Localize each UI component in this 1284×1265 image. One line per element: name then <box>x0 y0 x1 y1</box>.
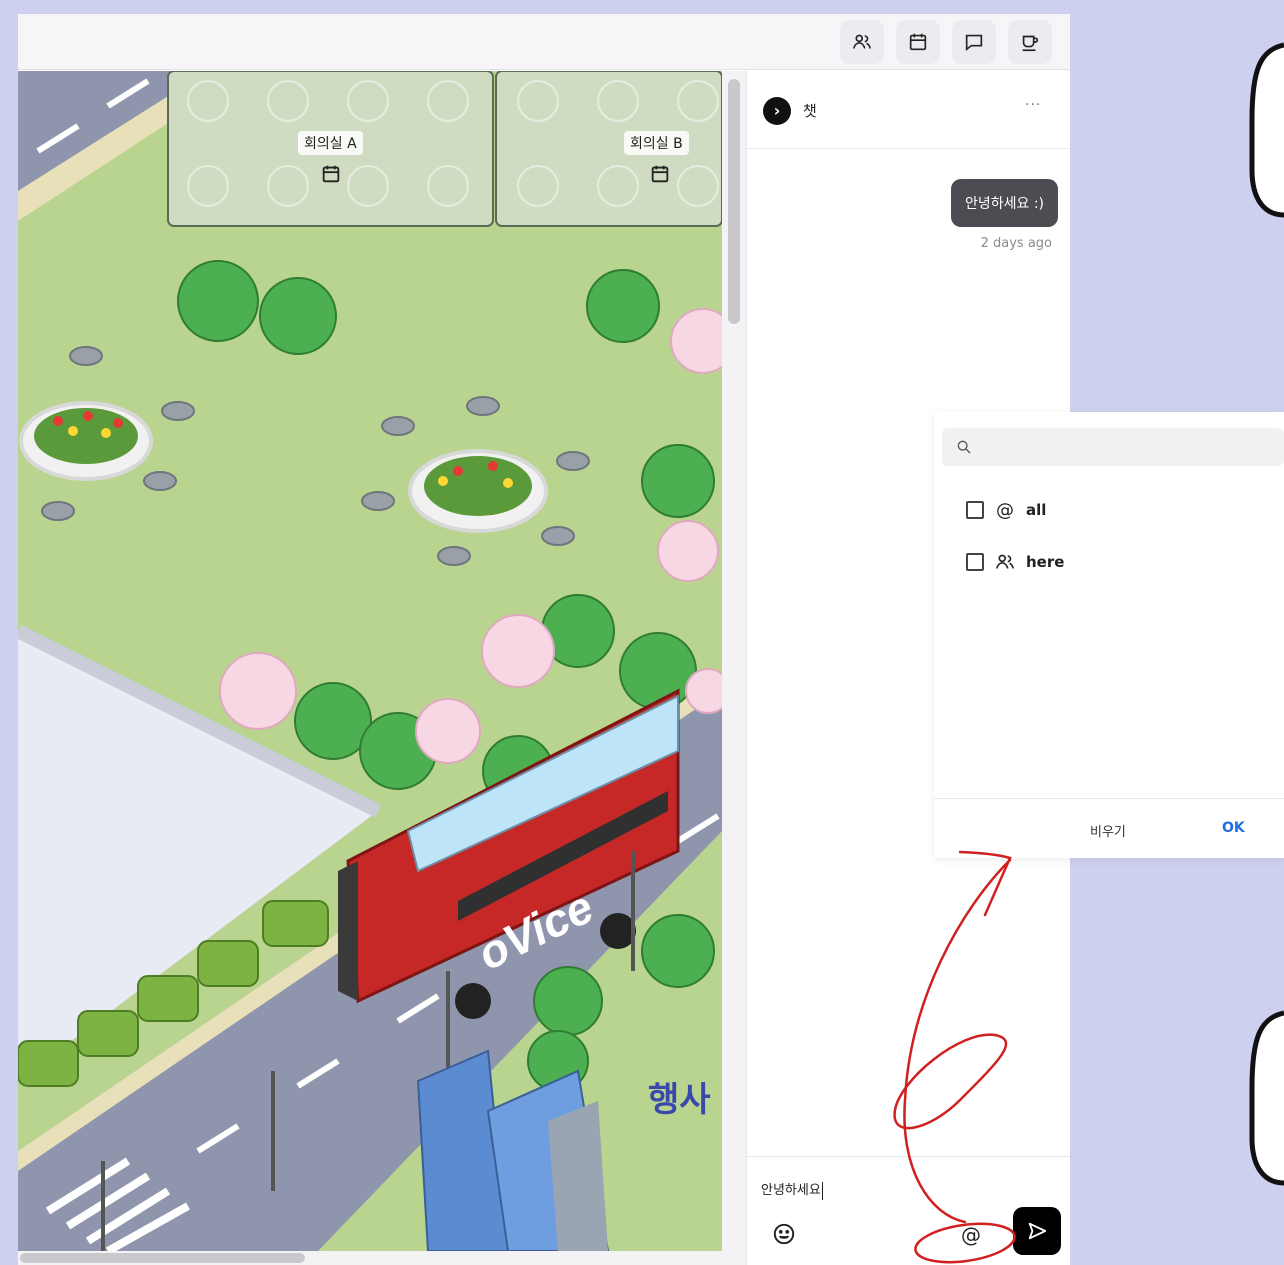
decorative-shape <box>1070 0 1284 410</box>
message-input-value: 안녕하세요 <box>761 1183 821 1198</box>
checkbox[interactable] <box>966 501 984 519</box>
mention-option-label: all <box>1026 501 1047 519</box>
room-label-a[interactable]: 회의실 A <box>298 131 363 155</box>
map-horizontal-scrollbar[interactable] <box>18 1251 746 1265</box>
emoji-icon[interactable] <box>771 1221 797 1247</box>
decorative-shape <box>1070 858 1284 1265</box>
scrollbar-thumb[interactable] <box>20 1253 305 1263</box>
mention-option-all[interactable]: @ all <box>966 498 1046 522</box>
calendar-icon <box>909 33 927 51</box>
more-options-button[interactable]: ··· <box>1025 97 1041 113</box>
district-text: 행사 <box>648 1080 711 1120</box>
chat-header: › 챗 ··· <box>747 71 1070 149</box>
mention-search-input[interactable] <box>942 428 1284 466</box>
search-icon <box>957 440 971 454</box>
mention-button[interactable]: @ <box>955 1219 987 1251</box>
chat-button[interactable] <box>952 20 996 64</box>
map-vertical-scrollbar[interactable] <box>722 71 746 1251</box>
people-icon <box>995 554 1015 569</box>
calendar-icon[interactable] <box>649 163 671 185</box>
calendar-icon[interactable] <box>320 163 342 185</box>
mention-option-here[interactable]: here <box>966 550 1064 574</box>
ok-button[interactable]: OK <box>1222 820 1245 836</box>
clear-button[interactable]: 비우기 <box>1090 821 1126 840</box>
message-composer: 안녕하세요 @ <box>747 1156 1070 1265</box>
chat-icon <box>965 34 983 52</box>
message-bubble: 안녕하세요 :) <box>950 179 1058 227</box>
message-timestamp: 2 days ago <box>980 236 1052 251</box>
mention-popup: @ all here 비우기 OK <box>934 412 1284 858</box>
top-toolbar <box>18 14 1070 70</box>
chat-title: 챗 <box>803 102 817 120</box>
virtual-office-map[interactable]: oVice 행사 회의실 A 회의실 B <box>18 71 722 1251</box>
map-illustration: oVice 행사 <box>18 71 722 1251</box>
calendar-button[interactable] <box>896 20 940 64</box>
coffee-break-button[interactable] <box>1008 20 1052 64</box>
people-icon <box>852 34 872 49</box>
message-input[interactable]: 안녕하세요 <box>761 1179 823 1200</box>
mention-popup-footer: 비우기 OK <box>934 798 1284 858</box>
mention-option-label: here <box>1026 553 1065 571</box>
send-icon <box>1028 1222 1047 1240</box>
collapse-chat-button[interactable]: › <box>763 97 791 125</box>
participants-button[interactable] <box>840 20 884 64</box>
checkbox[interactable] <box>966 553 984 571</box>
coffee-icon <box>1022 35 1039 52</box>
send-button[interactable] <box>1013 1207 1061 1255</box>
text-caret <box>821 1181 823 1200</box>
app-window: oVice 행사 회의실 A 회의실 B › 챗 ··· 안녕하세요 :) 2 … <box>18 14 1070 1265</box>
room-label-b[interactable]: 회의실 B <box>624 131 689 155</box>
scrollbar-thumb[interactable] <box>728 79 740 324</box>
at-icon: @ <box>996 499 1014 521</box>
